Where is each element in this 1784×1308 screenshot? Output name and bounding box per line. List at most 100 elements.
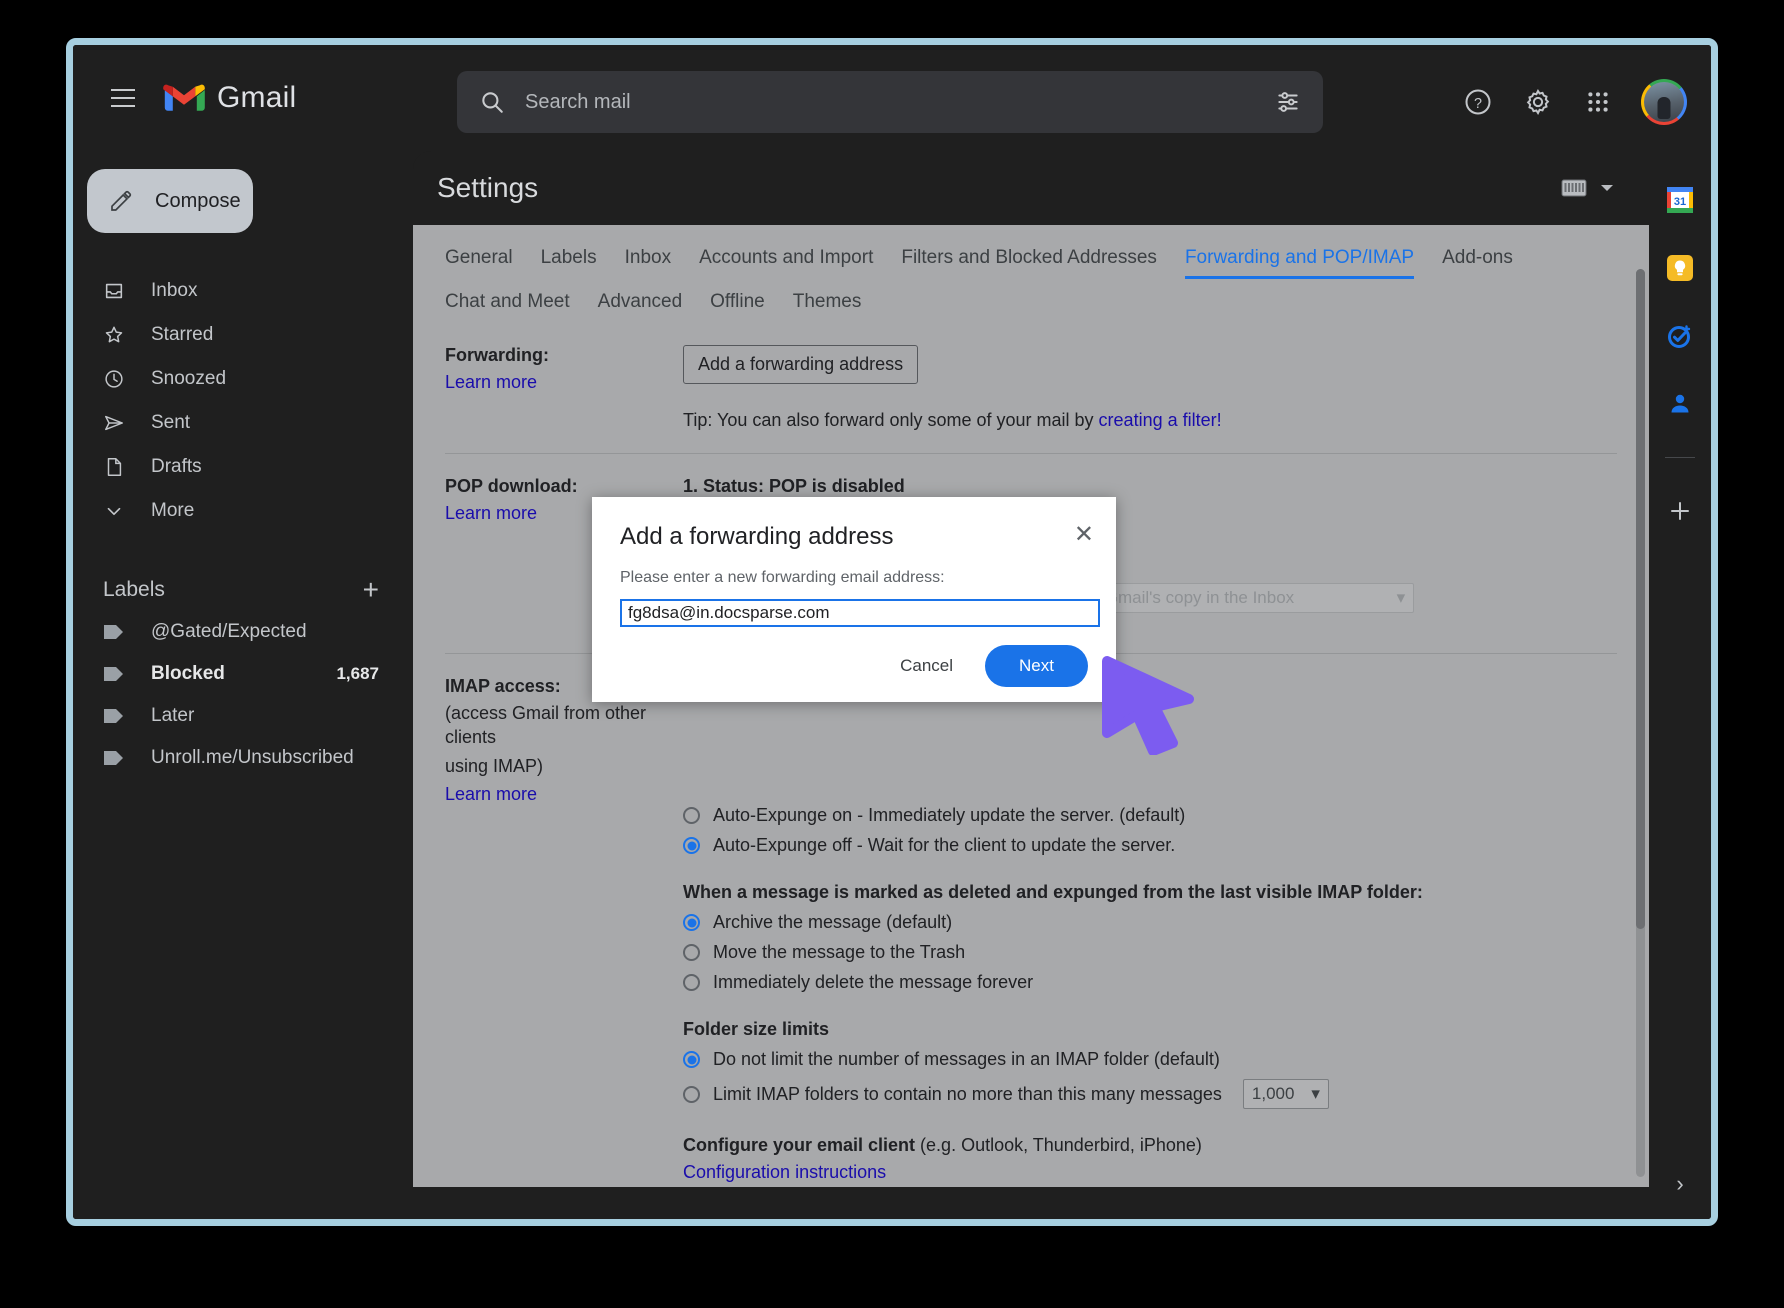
keep-icon[interactable]: [1665, 253, 1695, 283]
label-tag-icon: [103, 664, 125, 684]
add-forwarding-address-dialog: Add a forwarding address ✕ Please enter …: [592, 497, 1116, 702]
create-label-icon[interactable]: +: [363, 576, 379, 604]
radio-icon[interactable]: [683, 1051, 700, 1068]
imap-folder-option-label: Do not limit the number of messages in a…: [713, 1049, 1220, 1069]
sidebar-item-label: More: [151, 500, 195, 521]
display-density-control[interactable]: [1561, 178, 1615, 198]
labels-header: Labels +: [73, 569, 413, 611]
tasks-icon[interactable]: [1665, 321, 1695, 351]
radio-icon[interactable]: [683, 1085, 700, 1103]
forwarding-email-input[interactable]: [620, 599, 1100, 627]
calendar-icon[interactable]: 31: [1665, 185, 1695, 215]
forwarding-label: Forwarding: Learn more: [445, 345, 683, 431]
sidebar-item-drafts[interactable]: Drafts: [73, 445, 413, 489]
tab-themes[interactable]: Themes: [793, 291, 862, 323]
avatar[interactable]: [1641, 79, 1687, 125]
label-item-blocked[interactable]: Blocked 1,687: [73, 653, 413, 695]
tab-general[interactable]: General: [445, 247, 513, 279]
rail-divider: [1665, 457, 1695, 458]
label-item-later[interactable]: Later: [73, 695, 413, 737]
scrollbar-thumb[interactable]: [1636, 269, 1645, 929]
imap-folder-option-label: Limit IMAP folders to contain no more th…: [713, 1083, 1222, 1104]
sidebar-item-sent[interactable]: Sent: [73, 401, 413, 445]
tab-forwarding-and-pop-imap[interactable]: Forwarding and POP/IMAP: [1184, 247, 1415, 279]
radio-icon[interactable]: [683, 837, 700, 854]
top-right-icons: ?: [1461, 71, 1687, 133]
gmail-brand[interactable]: Gmail: [163, 81, 296, 115]
tab-chat-and-meet[interactable]: Chat and Meet: [445, 291, 570, 323]
search-icon: [482, 92, 503, 113]
inbox-icon: [103, 280, 125, 302]
sidebar-item-snoozed[interactable]: Snoozed: [73, 357, 413, 401]
dialog-next-button[interactable]: Next: [985, 645, 1088, 687]
label-tag-icon: [103, 706, 125, 726]
imap-deleted-title: When a message is marked as deleted and …: [683, 882, 1423, 902]
imap-auto-expunge-on[interactable]: Auto-Expunge on - Immediately update the…: [683, 805, 1609, 826]
add-forwarding-address-button[interactable]: Add a forwarding address: [683, 345, 919, 384]
chevron-down-icon: [1601, 185, 1613, 191]
imap-folder-limit[interactable]: Limit IMAP folders to contain no more th…: [683, 1079, 1609, 1109]
search-bar[interactable]: [457, 71, 1323, 133]
sidebar-item-starred[interactable]: Starred: [73, 313, 413, 357]
creating-a-filter-link[interactable]: creating a filter!: [1099, 410, 1222, 430]
imap-learn-more-link[interactable]: Learn more: [445, 784, 537, 804]
imap-configure-client: Configure your email client (e.g. Outloo…: [683, 1135, 1609, 1156]
brand-label: Gmail: [217, 81, 297, 114]
label-tag-icon: [103, 622, 125, 642]
label-count: 1,687: [336, 664, 379, 683]
clock-icon: [103, 368, 125, 390]
pop-learn-more-link[interactable]: Learn more: [445, 503, 537, 523]
imap-auto-expunge-off[interactable]: Auto-Expunge off - Wait for the client t…: [683, 835, 1609, 856]
tab-filters-and-blocked-addresses[interactable]: Filters and Blocked Addresses: [901, 247, 1157, 279]
compose-button[interactable]: Compose: [87, 169, 253, 233]
imap-deleted-option-label: Immediately delete the message forever: [713, 972, 1034, 992]
tab-labels[interactable]: Labels: [541, 247, 597, 279]
sidebar-item-label: Inbox: [151, 280, 198, 301]
label-item-gated-expected[interactable]: @Gated/Expected: [73, 611, 413, 653]
imap-deleted-trash[interactable]: Move the message to the Trash: [683, 942, 1609, 963]
search-input[interactable]: [525, 90, 1275, 114]
sidebar-item-label: Starred: [151, 324, 214, 345]
imap-folder-size-title: Folder size limits: [683, 1019, 830, 1039]
sidebar-item-inbox[interactable]: Inbox: [73, 269, 413, 313]
radio-icon[interactable]: [683, 807, 700, 824]
right-side-panel: 31 ›: [1649, 151, 1711, 1219]
imap-deleted-archive[interactable]: Archive the message (default): [683, 912, 1609, 933]
expand-panel-icon[interactable]: ›: [1676, 1171, 1683, 1197]
forwarding-body: Add a forwarding address Tip: You can al…: [683, 345, 1609, 431]
add-icon[interactable]: [1665, 496, 1695, 526]
search-options-icon[interactable]: [1275, 89, 1301, 115]
pencil-icon: [111, 190, 132, 211]
section-imap-access: IMAP access: (access Gmail from other cl…: [413, 676, 1649, 1187]
configuration-instructions-link[interactable]: Configuration instructions: [683, 1162, 886, 1182]
tab-advanced[interactable]: Advanced: [598, 291, 683, 323]
imap-deleted-forever[interactable]: Immediately delete the message forever: [683, 972, 1609, 993]
settings-content: General Labels Inbox Accounts and Import…: [413, 225, 1649, 1187]
contacts-icon[interactable]: [1665, 389, 1695, 419]
tab-offline[interactable]: Offline: [710, 291, 765, 323]
settings-gear-icon[interactable]: [1521, 85, 1555, 119]
settings-scrollbar[interactable]: [1636, 269, 1645, 1177]
screenshot-root: Gmail Search mail ? Compose Inbox Starre…: [0, 0, 1784, 1308]
imap-folder-no-limit[interactable]: Do not limit the number of messages in a…: [683, 1049, 1609, 1070]
sidebar-item-more[interactable]: More: [73, 489, 413, 533]
tab-accounts-and-import[interactable]: Accounts and Import: [699, 247, 873, 279]
tab-add-ons[interactable]: Add-ons: [1442, 247, 1513, 279]
tab-inbox[interactable]: Inbox: [625, 247, 671, 279]
radio-icon[interactable]: [683, 944, 700, 961]
imap-folder-limit-select[interactable]: 1,000 ▾: [1242, 1079, 1329, 1109]
label-name: Unroll.me/Unsubscribed: [151, 747, 354, 768]
dialog-cancel-button[interactable]: Cancel: [890, 648, 963, 684]
imap-folder-limit-value: 1,000: [1251, 1084, 1295, 1103]
forwarding-learn-more-link[interactable]: Learn more: [445, 372, 537, 392]
main-menu-icon[interactable]: [97, 72, 149, 124]
radio-icon[interactable]: [683, 914, 700, 931]
label-item-unrollme-unsubscribed[interactable]: Unroll.me/Unsubscribed: [73, 737, 413, 779]
close-icon[interactable]: ✕: [1074, 523, 1094, 547]
label-name: @Gated/Expected: [151, 621, 307, 642]
label-tag-icon: [103, 748, 125, 768]
imap-deleted-option-label: Move the message to the Trash: [713, 942, 966, 962]
apps-grid-icon[interactable]: [1581, 85, 1615, 119]
help-icon[interactable]: ?: [1461, 85, 1495, 119]
radio-icon[interactable]: [683, 974, 700, 991]
